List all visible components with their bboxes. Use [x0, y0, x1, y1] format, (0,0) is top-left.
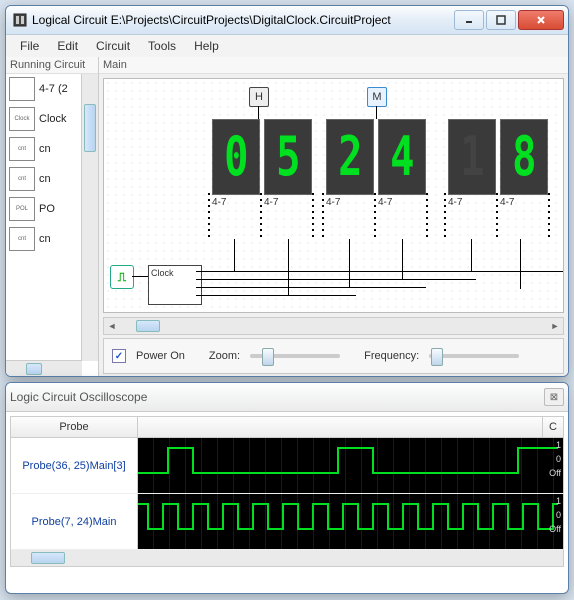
m-button[interactable]: M: [367, 87, 387, 107]
power-on-checkbox[interactable]: ✓: [112, 349, 126, 363]
menu-help[interactable]: Help: [186, 37, 227, 55]
tree-hscrollbar[interactable]: [6, 360, 82, 377]
canvas-hscrollbar[interactable]: ◄ ►: [103, 317, 564, 335]
probe-name[interactable]: Probe(7, 24)Main: [11, 494, 138, 549]
menu-circuit[interactable]: Circuit: [88, 37, 138, 55]
wire: [196, 279, 476, 280]
osc-close-button[interactable]: ⊠: [544, 388, 564, 406]
wire: [349, 239, 350, 287]
wire: [234, 239, 235, 271]
zoom-slider[interactable]: [250, 354, 340, 358]
seven-seg-display: 54-7: [264, 119, 310, 208]
tree-label: cn: [39, 143, 51, 155]
maximize-button[interactable]: [486, 10, 516, 30]
osc-titlebar[interactable]: Logic Circuit Oscilloscope ⊠: [6, 383, 568, 412]
wire: [520, 239, 521, 289]
seven-seg-display: 24-7: [326, 119, 372, 208]
menu-tools[interactable]: Tools: [140, 37, 184, 55]
wire: [196, 287, 426, 288]
frequency-label: Frequency:: [364, 350, 419, 362]
digit: 0: [224, 130, 248, 184]
osc-row: Probe(36, 25)Main[3] 10Off: [10, 438, 564, 494]
menu-edit[interactable]: Edit: [49, 37, 86, 55]
osc-title: Logic Circuit Oscilloscope: [10, 390, 544, 404]
wire: [258, 106, 259, 119]
digit: 8: [512, 130, 536, 184]
circuit-canvas[interactable]: H M 04-7 54-7 24-7 44-7 14-7 84-7 ⎍ Cloc…: [103, 78, 564, 313]
scroll-thumb[interactable]: [84, 104, 96, 152]
scroll-left-icon[interactable]: ◄: [104, 318, 120, 334]
scope-display: 10Off: [138, 494, 563, 549]
clock-label: Clock: [151, 268, 174, 278]
tree-label: cn: [39, 173, 51, 185]
tree-label: PO: [39, 203, 55, 215]
tree-vscrollbar[interactable]: [81, 74, 98, 361]
component-icon: Clock: [9, 107, 35, 131]
menu-file[interactable]: File: [12, 37, 47, 55]
clock-chip[interactable]: Clock: [148, 265, 202, 305]
digit: 5: [276, 130, 300, 184]
component-icon: cnt: [9, 137, 35, 161]
scroll-thumb[interactable]: [31, 552, 65, 564]
wire: [402, 239, 403, 279]
tree-label: Clock: [39, 113, 67, 125]
osc-columns-header: Probe C: [10, 416, 564, 438]
osc-hscrollbar[interactable]: [10, 550, 564, 567]
seven-seg-display: 04-7: [212, 119, 258, 208]
clock-source-icon[interactable]: ⎍: [110, 265, 134, 289]
oscilloscope-window: Logic Circuit Oscilloscope ⊠ Probe C Pro…: [5, 382, 569, 594]
power-on-label: Power On: [136, 350, 185, 362]
wire: [196, 295, 356, 296]
wire: [196, 271, 564, 272]
digit: 4: [390, 130, 414, 184]
extra-column[interactable]: C: [542, 417, 563, 437]
slider-knob[interactable]: [262, 348, 274, 366]
wire: [288, 239, 289, 295]
titlebar[interactable]: Logical Circuit E:\Projects\CircuitProje…: [6, 6, 568, 35]
zoom-label: Zoom:: [209, 350, 240, 362]
minimize-button[interactable]: [454, 10, 484, 30]
frequency-slider[interactable]: [429, 354, 519, 358]
component-icon: [9, 77, 35, 101]
tree-label: cn: [39, 233, 51, 245]
probe-name[interactable]: Probe(36, 25)Main[3]: [11, 438, 138, 493]
scroll-thumb[interactable]: [26, 363, 42, 375]
osc-row: Probe(7, 24)Main 10Off: [10, 494, 564, 550]
probe-column[interactable]: Probe: [11, 417, 138, 437]
digit: 1: [460, 130, 484, 184]
sidebar-header: Running Circuit: [6, 57, 98, 74]
scroll-thumb[interactable]: [136, 320, 160, 332]
close-button[interactable]: [518, 10, 564, 30]
seven-seg-display: 84-7: [500, 119, 546, 208]
seven-seg-display: 14-7: [448, 119, 494, 208]
seven-seg-display: 44-7: [378, 119, 424, 208]
component-icon: POL: [9, 197, 35, 221]
component-icon: cnt: [9, 167, 35, 191]
canvas-header: Main: [99, 57, 568, 74]
menubar: File Edit Circuit Tools Help: [6, 35, 568, 57]
sidebar: Running Circuit 4-7 (2 ClockClock cntcn …: [6, 57, 99, 377]
component-icon: cnt: [9, 227, 35, 251]
toolbar: ✓ Power On Zoom: Frequency:: [103, 338, 564, 374]
slider-knob[interactable]: [431, 348, 443, 366]
wire: [132, 276, 148, 277]
circuit-tree[interactable]: 4-7 (2 ClockClock cntcn cntcn POLPO cntc…: [6, 74, 98, 377]
main-window: Logical Circuit E:\Projects\CircuitProje…: [5, 5, 569, 377]
digit: 2: [338, 130, 362, 184]
wire: [376, 106, 377, 119]
wire: [471, 239, 472, 271]
app-icon: [12, 12, 28, 28]
tree-label: 4-7 (2: [39, 83, 68, 95]
h-button[interactable]: H: [249, 87, 269, 107]
window-title: Logical Circuit E:\Projects\CircuitProje…: [32, 13, 454, 27]
scope-display: 10Off: [138, 438, 563, 493]
scroll-right-icon[interactable]: ►: [547, 318, 563, 334]
